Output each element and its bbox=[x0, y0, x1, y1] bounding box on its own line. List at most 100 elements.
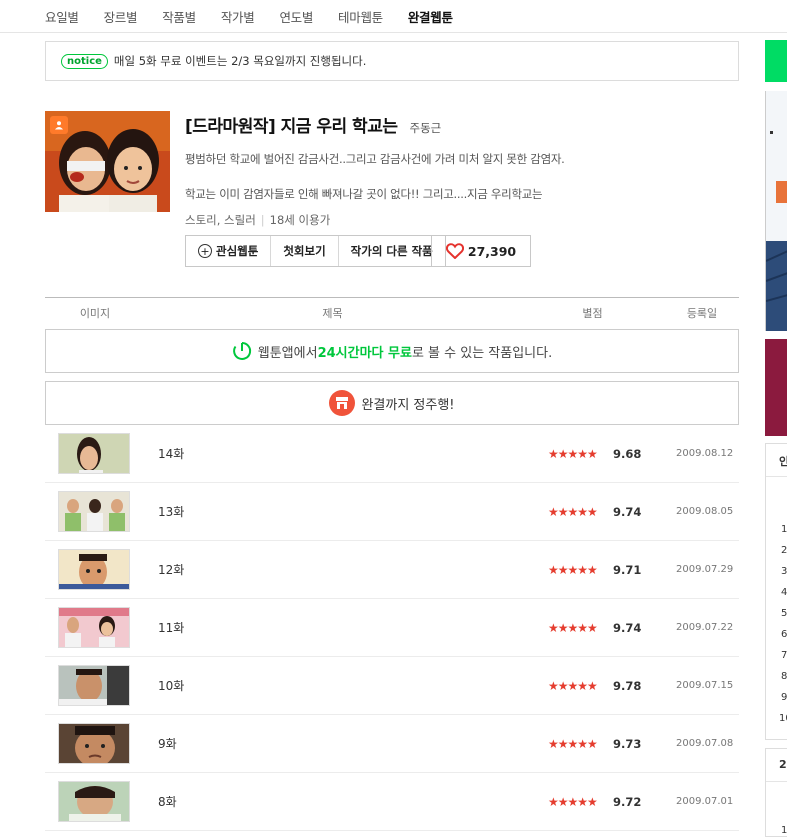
header-title: 제목 bbox=[322, 306, 343, 320]
episode-date: 2009.07.01 bbox=[676, 796, 734, 807]
episode-thumbnail[interactable] bbox=[58, 665, 130, 706]
comic-info: [드라마원작] 지금 우리 학교는 주동근 평범하던 학교에 벌어진 감금사건.… bbox=[185, 112, 745, 228]
user-icon bbox=[50, 116, 68, 134]
rank-item[interactable]: 4 bbox=[781, 587, 787, 598]
episode-thumbnail[interactable] bbox=[58, 491, 130, 532]
rank-item[interactable]: 5 bbox=[781, 608, 787, 619]
star-rating: ★★★★★ bbox=[548, 446, 598, 461]
episode-list-header: 이미지 제목 별점 등록일 bbox=[45, 297, 739, 327]
meta-divider: | bbox=[260, 213, 265, 227]
notice-bar[interactable]: notice 매일 5화 무료 이벤트는 2/3 목요일까지 진행됩니다. bbox=[45, 41, 739, 81]
nav-item-title[interactable]: 작품별 bbox=[162, 7, 196, 26]
star-rating: ★★★★★ bbox=[548, 794, 598, 809]
notice-badge: notice bbox=[61, 53, 108, 69]
sidebar-ranking-box: 인 1 2 3 4 5 6 7 8 9 10 bbox=[765, 443, 787, 740]
nav-item-completed[interactable]: 완결웹툰 bbox=[408, 7, 453, 26]
episode-date: 2009.07.15 bbox=[676, 680, 734, 691]
like-count: 27,390 bbox=[467, 243, 517, 259]
star-rating: ★★★★★ bbox=[548, 620, 598, 635]
first-episode-button[interactable]: 첫회보기 bbox=[271, 236, 339, 266]
store-icon bbox=[329, 390, 356, 416]
star-rating: ★★★★★ bbox=[548, 504, 598, 519]
comic-author[interactable]: 주동근 bbox=[409, 120, 441, 136]
comic-genre: 스토리, 스릴러 bbox=[185, 213, 256, 227]
nav-item-genre[interactable]: 장르별 bbox=[104, 7, 138, 26]
rank-item[interactable]: 9 bbox=[781, 692, 787, 703]
nav-menu: 요일별 장르별 작품별 작가별 연도별 테마웹툰 완결웹툰 bbox=[0, 0, 787, 33]
sidebar-ad-banner[interactable] bbox=[765, 91, 787, 331]
header-date: 등록일 bbox=[686, 306, 718, 320]
episode-row[interactable]: 11화 ★★★★★ 9.74 2009.07.22 bbox=[45, 599, 739, 657]
episode-date: 2009.07.29 bbox=[676, 564, 734, 575]
rank-item[interactable]: 2 bbox=[781, 545, 787, 556]
action-button-group: + 관심웹툰 첫회보기 작가의 다른 작품 bbox=[185, 235, 446, 267]
comic-description: 평범하던 학교에 벌어진 감금사건..그리고 감금사건에 가려 미처 알지 못한… bbox=[185, 152, 565, 166]
author-other-works-button[interactable]: 작가의 다른 작품 bbox=[339, 236, 445, 266]
app-free-banner[interactable]: 웹툰앱에서 24시간마다 무료 로 볼 수 있는 작품입니다. bbox=[45, 329, 739, 373]
header-image: 이미지 bbox=[79, 306, 111, 320]
episode-row[interactable]: 9화 ★★★★★ 9.73 2009.07.08 bbox=[45, 715, 739, 773]
right-sidebar: 인 1 2 3 4 5 6 7 8 9 10 20 1 bbox=[765, 0, 787, 837]
episode-title[interactable]: 14화 bbox=[158, 445, 184, 462]
sidebar-maroon-banner[interactable] bbox=[765, 339, 787, 436]
episode-thumbnail[interactable] bbox=[58, 723, 130, 764]
app-banner-highlight: 24시간마다 무료 bbox=[317, 345, 412, 361]
episode-date: 2009.07.22 bbox=[676, 622, 734, 633]
episode-title[interactable]: 11화 bbox=[158, 619, 184, 636]
binge-banner-text: 완결까지 정주행! bbox=[361, 397, 455, 413]
episode-title[interactable]: 8화 bbox=[158, 793, 177, 810]
episode-thumbnail[interactable] bbox=[58, 549, 130, 590]
episode-title[interactable]: 13화 bbox=[158, 503, 184, 520]
notice-text: 매일 5화 무료 이벤트는 2/3 목요일까지 진행됩니다. bbox=[113, 54, 367, 68]
episode-thumbnail[interactable] bbox=[58, 781, 130, 822]
nav-item-author[interactable]: 작가별 bbox=[221, 7, 255, 26]
rank-item[interactable]: 3 bbox=[781, 566, 787, 577]
binge-banner[interactable]: 완결까지 정주행! bbox=[45, 381, 739, 425]
episode-row[interactable]: 8화 ★★★★★ 9.72 2009.07.01 bbox=[45, 773, 739, 831]
app-banner-pre: 웹툰앱에서 bbox=[257, 345, 318, 361]
episode-date: 2009.07.08 bbox=[676, 738, 734, 749]
episode-date: 2009.08.05 bbox=[676, 506, 734, 517]
episode-row[interactable]: 13화 ★★★★★ 9.74 2009.08.05 bbox=[45, 483, 739, 541]
comic-age-rating: 18세 이용가 bbox=[269, 213, 331, 227]
favorite-label: 관심웹툰 bbox=[216, 244, 259, 258]
star-rating: ★★★★★ bbox=[548, 678, 598, 693]
episode-list: 14화 ★★★★★ 9.68 2009.08.12 13화 ★★★★★ 9.74… bbox=[45, 425, 739, 831]
rank-item[interactable]: 8 bbox=[781, 671, 787, 682]
episode-title[interactable]: 10화 bbox=[158, 677, 184, 694]
episode-score: 9.78 bbox=[613, 678, 642, 693]
heart-icon bbox=[445, 243, 464, 259]
like-button[interactable]: 27,390 bbox=[431, 235, 531, 267]
star-rating: ★★★★★ bbox=[548, 736, 598, 751]
comic-description-2: 학교는 이미 감염자들로 인해 빠져나갈 곳이 없다!! 그리고....지금 우… bbox=[185, 187, 543, 201]
rank-item[interactable]: 7 bbox=[781, 650, 787, 661]
episode-thumbnail[interactable] bbox=[58, 433, 130, 474]
episode-score: 9.74 bbox=[613, 504, 642, 519]
star-rating: ★★★★★ bbox=[548, 562, 598, 577]
comic-meta: 스토리, 스릴러 | 18세 이용가 bbox=[185, 212, 745, 228]
episode-score: 9.74 bbox=[613, 620, 642, 635]
rank-item[interactable]: 10 bbox=[779, 713, 787, 724]
nav-item-weekday[interactable]: 요일별 bbox=[45, 7, 79, 26]
sidebar-green-banner[interactable] bbox=[765, 40, 787, 82]
episode-score: 9.72 bbox=[613, 794, 642, 809]
rank-item[interactable]: 1 bbox=[781, 825, 787, 836]
episode-row[interactable]: 10화 ★★★★★ 9.78 2009.07.15 bbox=[45, 657, 739, 715]
episode-row[interactable]: 12화 ★★★★★ 9.71 2009.07.29 bbox=[45, 541, 739, 599]
top-navigation: 요일별 장르별 작품별 작가별 연도별 테마웹툰 완결웹툰 bbox=[0, 0, 787, 33]
rank-item[interactable]: 1 bbox=[781, 524, 787, 535]
comic-title: [드라마원작] 지금 우리 학교는 bbox=[185, 117, 398, 137]
episode-title[interactable]: 9화 bbox=[158, 735, 177, 752]
episode-thumbnail[interactable] bbox=[58, 607, 130, 648]
rank-item[interactable]: 6 bbox=[781, 629, 787, 640]
second-box-divider bbox=[766, 781, 787, 782]
episode-date: 2009.08.12 bbox=[676, 448, 734, 459]
timer-icon bbox=[232, 341, 251, 360]
favorite-button[interactable]: + 관심웹툰 bbox=[186, 236, 272, 266]
ranking-divider bbox=[766, 476, 787, 477]
comic-thumbnail bbox=[45, 111, 170, 212]
nav-item-theme[interactable]: 테마웹툰 bbox=[338, 7, 383, 26]
episode-row[interactable]: 14화 ★★★★★ 9.68 2009.08.12 bbox=[45, 425, 739, 483]
nav-item-year[interactable]: 연도별 bbox=[279, 7, 313, 26]
episode-title[interactable]: 12화 bbox=[158, 561, 184, 578]
